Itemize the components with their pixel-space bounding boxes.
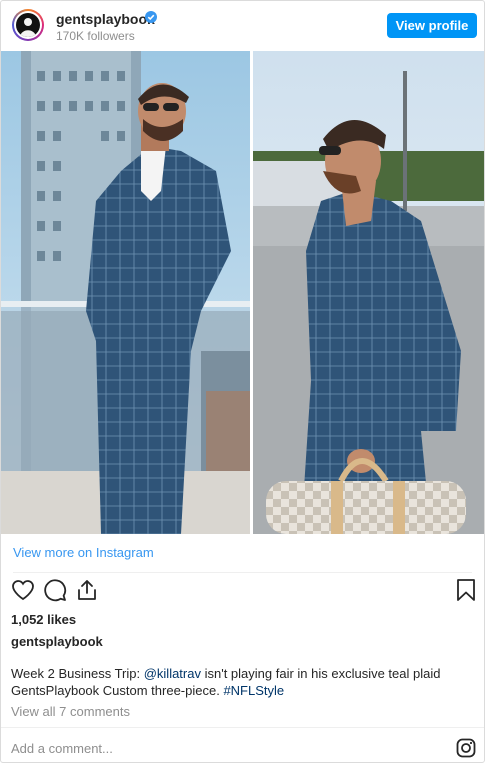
post-caption: Week 2 Business Trip: @killatrav isn't p… (11, 665, 461, 699)
follower-count: 170K followers (56, 29, 135, 43)
instagram-icon[interactable] (456, 738, 476, 758)
comment-icon[interactable] (43, 578, 67, 602)
verified-badge-icon (145, 11, 157, 23)
post-header: gentsplaybook 170K followers View profil… (1, 1, 484, 51)
username[interactable]: gentsplaybook (56, 11, 155, 27)
like-count[interactable]: 1,052 likes (11, 612, 76, 627)
divider (13, 572, 472, 573)
add-comment-input[interactable]: Add a comment... (11, 741, 113, 756)
divider (1, 727, 484, 728)
view-more-link[interactable]: View more on Instagram (13, 545, 154, 560)
action-bar (1, 578, 484, 610)
bookmark-icon[interactable] (455, 578, 477, 602)
caption-text: Week 2 Business Trip: (11, 666, 144, 681)
avatar[interactable] (12, 9, 44, 41)
share-icon[interactable] (75, 578, 99, 602)
view-comments-link[interactable]: View all 7 comments (11, 704, 130, 719)
heart-icon[interactable] (11, 578, 35, 602)
photo-left-panel (1, 51, 250, 534)
caption-hashtag-link[interactable]: #NFLStyle (223, 683, 284, 698)
caption-mention-link[interactable]: @killatrav (144, 666, 201, 681)
caption-username[interactable]: gentsplaybook (11, 634, 103, 649)
post-photo[interactable] (1, 51, 484, 534)
photo-right-panel (253, 51, 484, 534)
instagram-embed-card: gentsplaybook 170K followers View profil… (0, 0, 485, 763)
view-profile-button[interactable]: View profile (387, 13, 477, 38)
avatar-silhouette-icon (20, 18, 36, 37)
